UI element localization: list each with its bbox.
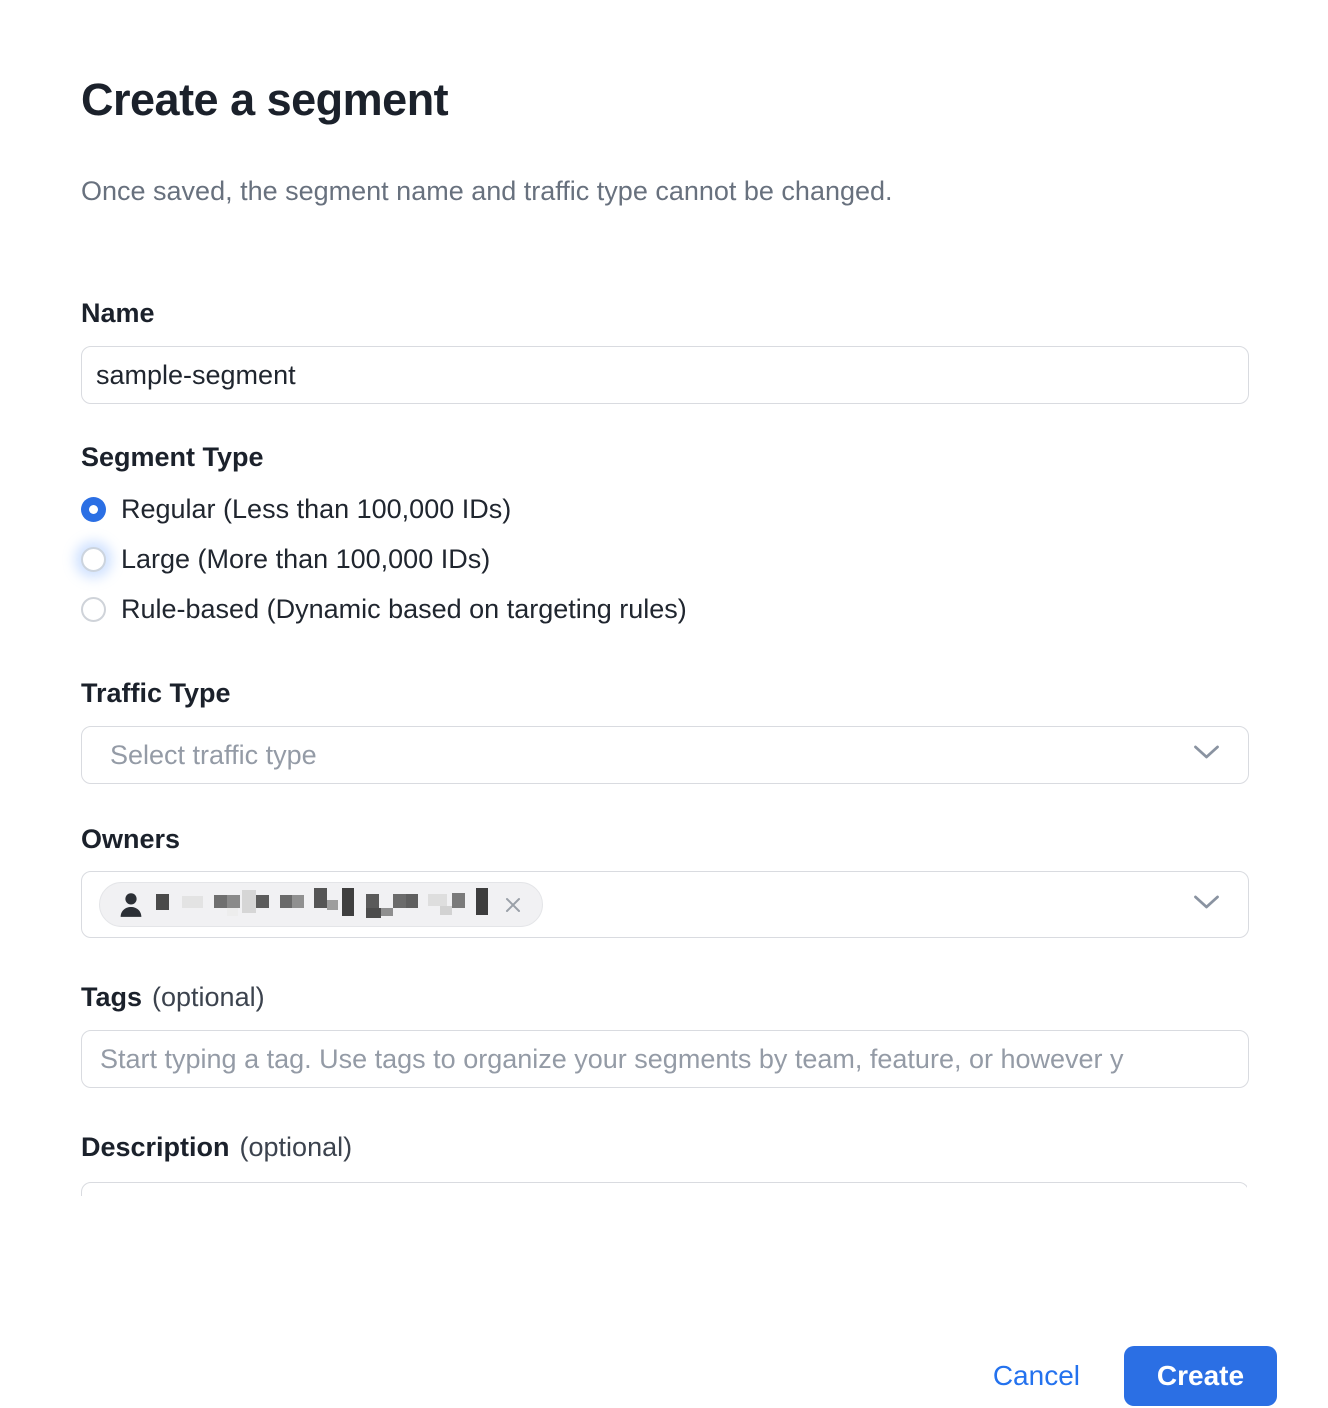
person-icon xyxy=(116,890,146,920)
create-segment-dialog: Create a segment Once saved, the segment… xyxy=(0,74,1328,1408)
name-input[interactable] xyxy=(81,346,1249,404)
radio-option-label: Rule-based (Dynamic based on targeting r… xyxy=(121,594,687,625)
tags-input[interactable] xyxy=(81,1030,1249,1088)
segment-type-option-large[interactable]: Large (More than 100,000 IDs) xyxy=(81,534,1247,584)
traffic-type-label: Traffic Type xyxy=(81,678,1247,708)
tags-optional-text: (optional) xyxy=(152,982,265,1012)
description-textarea-clip xyxy=(81,1182,1247,1196)
tags-label-text: Tags xyxy=(81,982,142,1012)
create-button[interactable]: Create xyxy=(1124,1346,1277,1406)
description-optional-text: (optional) xyxy=(240,1132,353,1162)
segment-type-radio-group: Regular (Less than 100,000 IDs) Large (M… xyxy=(81,484,1247,634)
radio-unselected-icon[interactable] xyxy=(81,597,106,622)
name-label: Name xyxy=(81,298,1247,328)
owners-select[interactable] xyxy=(81,871,1249,938)
owner-chip xyxy=(99,882,543,927)
radio-unselected-icon[interactable] xyxy=(81,547,106,572)
cancel-button[interactable]: Cancel xyxy=(993,1360,1080,1392)
segment-type-label: Segment Type xyxy=(81,442,1247,472)
segment-type-option-rule-based[interactable]: Rule-based (Dynamic based on targeting r… xyxy=(81,584,1247,634)
traffic-type-placeholder: Select traffic type xyxy=(82,740,317,771)
description-label-text: Description xyxy=(81,1132,230,1162)
redacted-owner-text xyxy=(156,885,488,924)
radio-selected-icon[interactable] xyxy=(81,497,106,522)
chevron-down-icon xyxy=(1193,894,1220,915)
page-title: Create a segment xyxy=(81,74,1247,126)
dialog-subtitle: Once saved, the segment name and traffic… xyxy=(81,176,1247,206)
description-label: Description (optional) xyxy=(81,1132,1247,1162)
tags-label: Tags (optional) xyxy=(81,982,1247,1012)
radio-option-label: Regular (Less than 100,000 IDs) xyxy=(121,494,511,525)
radio-option-label: Large (More than 100,000 IDs) xyxy=(121,544,490,575)
segment-type-option-regular[interactable]: Regular (Less than 100,000 IDs) xyxy=(81,484,1247,534)
owners-label: Owners xyxy=(81,824,1247,854)
dialog-footer: Cancel Create xyxy=(993,1346,1277,1406)
traffic-type-select[interactable]: Select traffic type xyxy=(81,726,1249,784)
description-textarea[interactable] xyxy=(81,1182,1247,1196)
remove-owner-icon[interactable] xyxy=(502,894,524,916)
chevron-down-icon xyxy=(1193,745,1220,766)
